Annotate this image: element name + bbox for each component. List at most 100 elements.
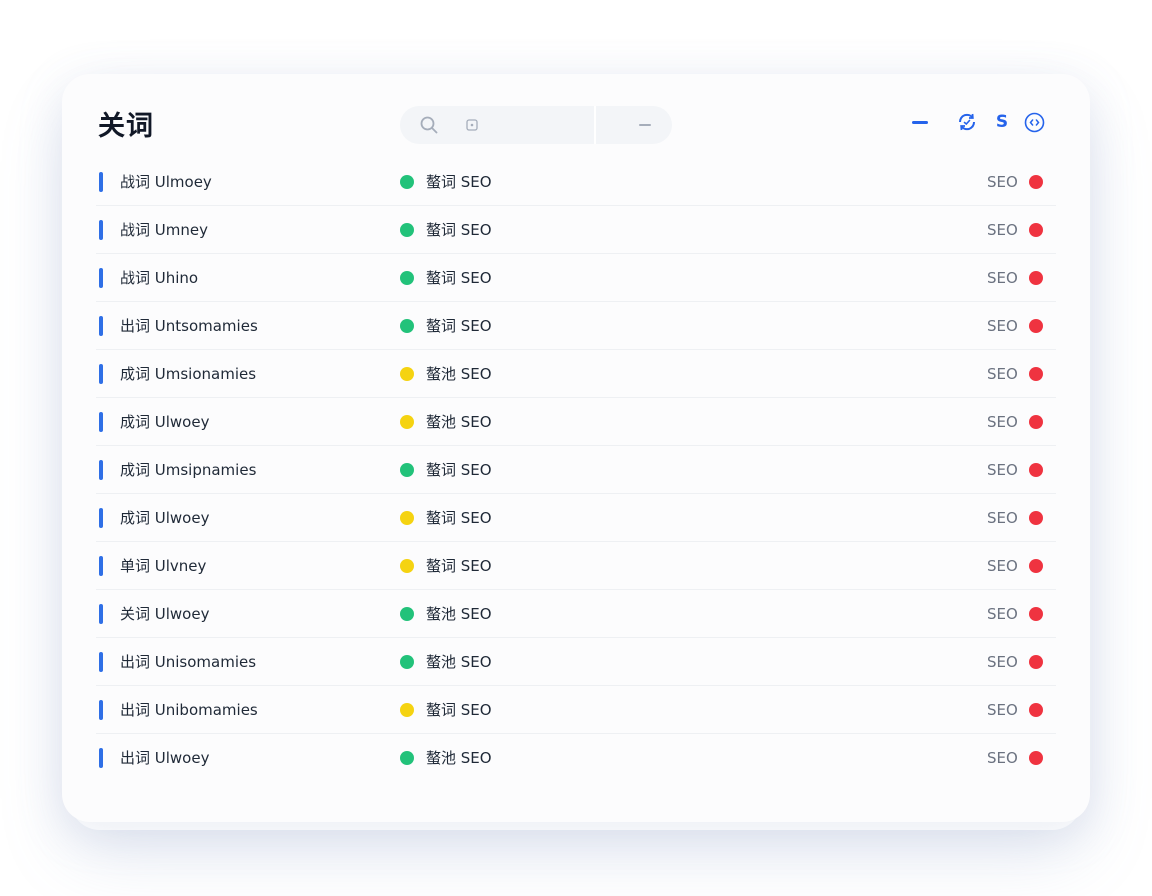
list-item[interactable]: 成词 Umsipnamies 螯词 SEO SEO [96, 446, 1056, 494]
list-item[interactable]: 战词 Umney 螯词 SEO SEO [96, 206, 1056, 254]
row-indicator-bar [99, 508, 103, 528]
alert-dot-icon[interactable] [1029, 319, 1043, 333]
keyword-name: 关词 Ulwoey [120, 605, 210, 623]
row-indicator-bar [99, 316, 103, 336]
row-indicator-bar [99, 652, 103, 672]
keyword-name: 成词 Ulwoey [120, 509, 210, 527]
keyword-name: 出词 Unibomamies [120, 701, 258, 719]
alert-dot-icon[interactable] [1029, 559, 1043, 573]
status-dot-icon [400, 271, 414, 285]
seo-label: SEO [987, 509, 1018, 527]
row-indicator-bar [99, 460, 103, 480]
list-item[interactable]: 出词 Unisomamies 螯池 SEO SEO [96, 638, 1056, 686]
alert-dot-icon[interactable] [1029, 703, 1043, 717]
seo-label: SEO [987, 653, 1018, 671]
status-text: 螯词 SEO [426, 461, 492, 479]
seo-label: SEO [987, 269, 1018, 287]
status-text: 螯词 SEO [426, 509, 492, 527]
search-segment-divider [594, 106, 596, 144]
keyword-name: 成词 Umsipnamies [120, 461, 257, 479]
seo-label: SEO [987, 557, 1018, 575]
status-text: 螯池 SEO [426, 749, 492, 767]
status-dot-icon [400, 463, 414, 477]
minus-icon[interactable] [912, 121, 928, 124]
status-dot-icon [400, 415, 414, 429]
row-indicator-bar [99, 604, 103, 624]
status-dot-icon [400, 511, 414, 525]
seo-label: SEO [987, 365, 1018, 383]
list-item[interactable]: 出词 Ulwoey 螯池 SEO SEO [96, 734, 1056, 782]
search-bar[interactable] [400, 106, 672, 144]
keyword-name: 成词 Ulwoey [120, 413, 210, 431]
row-indicator-bar [99, 748, 103, 768]
status-dot-icon [400, 655, 414, 669]
seo-label: SEO [987, 701, 1018, 719]
keyword-list: 战词 Ulmoey 螯词 SEO SEO 战词 Umney 螯词 SEO SEO 战词 Uh… [96, 158, 1056, 782]
alert-dot-icon[interactable] [1029, 751, 1043, 765]
seo-label: SEO [987, 413, 1018, 431]
row-indicator-bar [99, 556, 103, 576]
list-item[interactable]: 战词 Uhino 螯词 SEO SEO [96, 254, 1056, 302]
keyword-name: 战词 Uhino [120, 269, 199, 287]
keyword-name: 出词 Untsomamies [120, 317, 258, 335]
row-indicator-bar [99, 412, 103, 432]
alert-dot-icon[interactable] [1029, 655, 1043, 669]
page-title: 关词 [98, 111, 154, 142]
seo-label: SEO [987, 221, 1018, 239]
alert-dot-icon[interactable] [1029, 175, 1043, 189]
status-dot-icon [400, 703, 414, 717]
alert-dot-icon[interactable] [1029, 607, 1043, 621]
keyword-name: 出词 Unisomamies [120, 653, 257, 671]
s-button[interactable]: S [994, 111, 1010, 133]
search-icon[interactable] [420, 116, 438, 134]
alert-dot-icon[interactable] [1029, 463, 1043, 477]
row-indicator-bar [99, 172, 103, 192]
keyword-name: 单词 Ulvney [120, 557, 207, 575]
list-item[interactable]: 关词 Ulwoey 螯池 SEO SEO [96, 590, 1056, 638]
alert-dot-icon[interactable] [1029, 415, 1043, 429]
keyword-name: 成词 Umsionamies [120, 365, 257, 383]
status-text: 螯池 SEO [426, 413, 492, 431]
status-dot-icon [400, 751, 414, 765]
alert-dot-icon[interactable] [1029, 223, 1043, 237]
status-text: 螯词 SEO [426, 317, 492, 335]
filter-square-icon[interactable] [466, 119, 478, 131]
row-indicator-bar [99, 220, 103, 240]
status-text: 螯池 SEO [426, 605, 492, 623]
code-icon[interactable] [1024, 112, 1045, 133]
status-text: 螯池 SEO [426, 365, 492, 383]
seo-label: SEO [987, 749, 1018, 767]
status-dot-icon [400, 223, 414, 237]
status-text: 螯池 SEO [426, 653, 492, 671]
list-item[interactable]: 出词 Untsomamies 螯词 SEO SEO [96, 302, 1056, 350]
list-item[interactable]: 战词 Ulmoey 螯词 SEO SEO [96, 158, 1056, 206]
keyword-name: 战词 Ulmoey [120, 173, 212, 191]
seo-label: SEO [987, 173, 1018, 191]
row-indicator-bar [99, 364, 103, 384]
alert-dot-icon[interactable] [1029, 271, 1043, 285]
status-dot-icon [400, 607, 414, 621]
status-text: 螯词 SEO [426, 173, 492, 191]
alert-dot-icon[interactable] [1029, 367, 1043, 381]
row-indicator-bar [99, 268, 103, 288]
keyword-name: 出词 Ulwoey [120, 749, 210, 767]
list-item[interactable]: 单词 Ulvney 螯词 SEO SEO [96, 542, 1056, 590]
list-item[interactable]: 出词 Unibomamies 螯词 SEO SEO [96, 686, 1056, 734]
status-text: 螯词 SEO [426, 221, 492, 239]
status-dot-icon [400, 319, 414, 333]
keyword-list-panel: 关词 S 战词 Ulmoey 螯词 SEO SEO 战词 Umney 螯词 SEO SEO… [62, 74, 1090, 822]
list-item[interactable]: 成词 Ulwoey 螯词 SEO SEO [96, 494, 1056, 542]
row-indicator-bar [99, 700, 103, 720]
collapse-icon[interactable] [639, 124, 651, 126]
list-item[interactable]: 成词 Ulwoey 螯池 SEO SEO [96, 398, 1056, 446]
status-dot-icon [400, 175, 414, 189]
seo-label: SEO [987, 461, 1018, 479]
status-text: 螯词 SEO [426, 701, 492, 719]
status-dot-icon [400, 367, 414, 381]
alert-dot-icon[interactable] [1029, 511, 1043, 525]
status-dot-icon [400, 559, 414, 573]
status-text: 螯词 SEO [426, 269, 492, 287]
list-item[interactable]: 成词 Umsionamies 螯池 SEO SEO [96, 350, 1056, 398]
sync-icon[interactable] [957, 112, 977, 132]
seo-label: SEO [987, 317, 1018, 335]
